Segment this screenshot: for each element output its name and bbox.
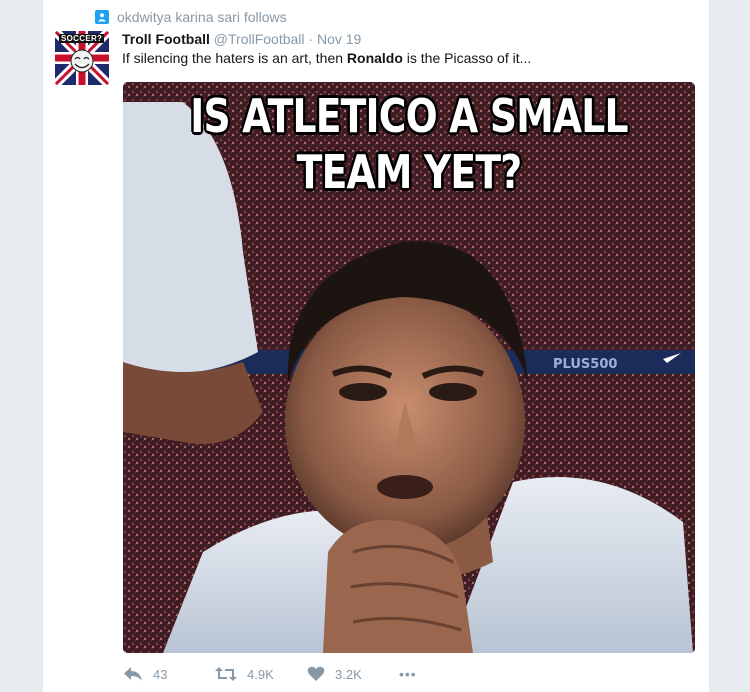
meme-caption: IS ATLETICO A SMALL TEAM YET? bbox=[174, 88, 643, 200]
more-button[interactable]: ••• bbox=[399, 666, 417, 682]
social-context-text[interactable]: okdwitya karina sari follows bbox=[117, 9, 287, 25]
tweet-header: Troll Football @TrollFootball · Nov 19 bbox=[122, 30, 361, 49]
tweet-text: If silencing the haters is an art, then … bbox=[122, 49, 531, 68]
meme-caption-line: TEAM YET? bbox=[296, 145, 522, 199]
board-text: PLUS500 bbox=[553, 357, 617, 372]
retweet-icon bbox=[215, 667, 237, 681]
person-icon bbox=[95, 10, 109, 24]
heart-icon bbox=[307, 666, 325, 681]
author-name[interactable]: Troll Football bbox=[122, 31, 210, 47]
tweet-text-bold: Ronaldo bbox=[346, 50, 403, 66]
more-dots-icon: ••• bbox=[399, 666, 417, 682]
reply-button[interactable]: 43 bbox=[123, 666, 215, 682]
tweet-text-part: If silencing the haters is an art, then bbox=[122, 50, 347, 66]
avatar[interactable]: SOCCER? bbox=[55, 31, 109, 85]
header-separator: · bbox=[308, 31, 314, 47]
tweet-media-image[interactable]: PLUS500 IS ATLETICO A SMALL TEAM YET? bbox=[123, 82, 695, 653]
retweet-count: 4.9K bbox=[247, 666, 274, 682]
like-count: 3.2K bbox=[335, 666, 362, 682]
tweet-card[interactable]: okdwitya karina sari follows SOCCER? Tro… bbox=[42, 0, 710, 692]
avatar-label: SOCCER? bbox=[59, 34, 105, 43]
like-button[interactable]: 3.2K bbox=[307, 666, 399, 682]
tweet-actions: 43 4.9K 3.2K ••• bbox=[123, 666, 417, 682]
reply-icon bbox=[124, 667, 142, 681]
reply-count: 43 bbox=[153, 666, 168, 682]
meme-caption-line: IS ATLETICO A SMALL bbox=[190, 89, 628, 143]
tweet-text-part: is the Picasso of it... bbox=[402, 50, 532, 66]
social-context: okdwitya karina sari follows bbox=[95, 9, 287, 25]
retweet-button[interactable]: 4.9K bbox=[215, 666, 307, 682]
tweet-timestamp[interactable]: Nov 19 bbox=[317, 31, 361, 47]
author-handle[interactable]: @TrollFootball bbox=[214, 31, 305, 47]
